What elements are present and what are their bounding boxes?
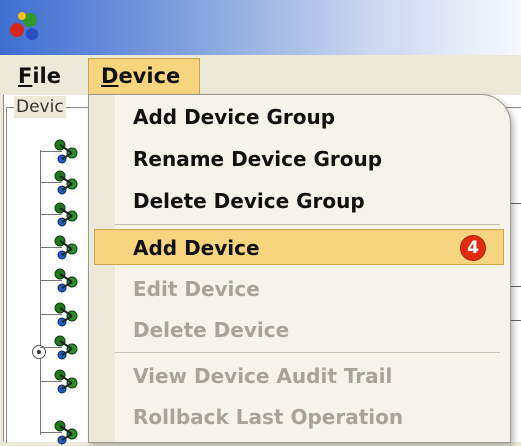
device-dropdown-menu: Add Device Group Rename Device Group Del… — [88, 94, 511, 443]
menu-item-label: Add Device — [133, 236, 260, 260]
menu-item-edit-device[interactable]: Edit Device — [89, 271, 510, 307]
device-node-icon[interactable] — [52, 333, 80, 361]
menu-item-label: Rollback Last Operation — [133, 405, 404, 429]
menu-item-delete-device[interactable]: Delete Device — [89, 312, 510, 348]
step-number-badge: 4 — [461, 236, 485, 260]
menu-item-rollback-last-operation[interactable]: Rollback Last Operation — [89, 399, 510, 435]
menu-item-label: View Device Audit Trail — [133, 364, 393, 388]
device-node-icon[interactable] — [52, 200, 80, 228]
menu-item-label: Delete Device Group — [133, 189, 365, 213]
menu-item-label: Delete Device — [133, 318, 290, 342]
menu-item-view-device-audit-trail[interactable]: View Device Audit Trail — [89, 358, 510, 394]
device-node-icon[interactable] — [52, 233, 80, 261]
menu-bar: File Device — [0, 55, 521, 95]
menu-separator — [115, 224, 500, 225]
menu-item-add-device-group[interactable]: Add Device Group — [89, 99, 510, 135]
device-panel-title: Devic — [14, 96, 66, 118]
device-node-icon[interactable] — [52, 266, 80, 294]
tree-line — [40, 150, 41, 435]
menu-item-delete-device-group[interactable]: Delete Device Group — [89, 183, 510, 219]
menu-item-add-device[interactable]: Add Device 4 — [94, 229, 504, 265]
device-node-icon[interactable] — [52, 168, 80, 196]
device-node-icon[interactable] — [52, 367, 80, 395]
menu-item-label: Rename Device Group — [133, 147, 383, 171]
device-node-icon[interactable] — [52, 137, 80, 165]
menu-item-label: Add Device Group — [133, 105, 336, 129]
title-bar — [0, 0, 521, 55]
device-node-icon[interactable] — [52, 300, 80, 328]
menu-item-rename-device-group[interactable]: Rename Device Group — [89, 141, 510, 177]
menu-device[interactable]: Device — [88, 58, 200, 95]
menu-file[interactable]: File — [10, 59, 69, 93]
menu-item-label: Edit Device — [133, 277, 260, 301]
molecule-icon[interactable] — [8, 8, 42, 42]
menu-separator — [115, 352, 500, 353]
